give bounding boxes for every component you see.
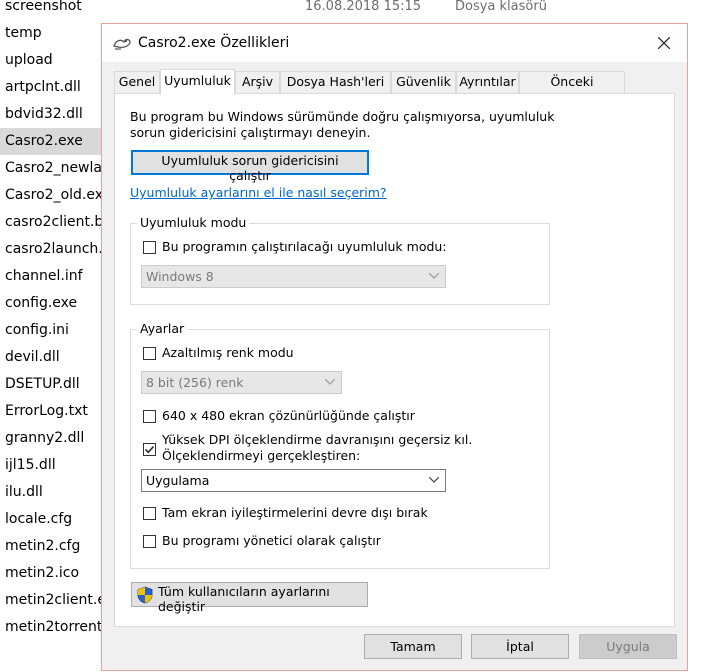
title-bar[interactable]: Casro2.exe Özellikleri	[102, 24, 687, 62]
tab-guvenlik[interactable]: Güvenlik	[391, 71, 456, 93]
file-list-item[interactable]: ErrorLog.txt	[0, 398, 104, 425]
tab-onceki-surumler[interactable]: Önceki Sürümler	[519, 71, 625, 109]
high-dpi-checkbox[interactable]	[143, 443, 156, 456]
compat-mode-value: Windows 8	[146, 269, 214, 284]
close-button[interactable]	[641, 24, 687, 62]
file-list-item[interactable]: metin2client.ex	[0, 587, 104, 614]
res-640-label: 640 x 480 ekran çözünürlüğünde çalıştır	[162, 408, 415, 423]
app-icon	[112, 34, 132, 52]
intro-text-line1: Bu program bu Windows sürümünde doğru ça…	[130, 109, 555, 124]
compatibility-mode-group: Uyumluluk modu Bu programın çalıştırılac…	[130, 215, 550, 305]
dpi-scaling-value: Uygulama	[146, 473, 210, 488]
file-list-item[interactable]: bdvid32.dll	[0, 101, 104, 128]
compatibility-mode-label: Uyumluluk modu	[137, 215, 250, 231]
file-list-item[interactable]: screenshot	[0, 0, 104, 20]
res-640-checkbox[interactable]	[143, 410, 156, 423]
tab-uyumluluk[interactable]: Uyumluluk	[160, 69, 235, 95]
shield-icon	[137, 586, 153, 604]
file-list-item[interactable]: config.ini	[0, 317, 104, 344]
compat-mode-checkbox[interactable]	[143, 241, 156, 254]
file-list-item[interactable]: metin2torrent.e	[0, 614, 104, 641]
run-admin-checkbox[interactable]	[143, 535, 156, 548]
folder-date: 16.08.2018 15:15	[305, 0, 422, 14]
properties-dialog: Casro2.exe Özellikleri Genel Uyumluluk A…	[101, 23, 688, 671]
high-dpi-label-line2: Ölçeklendirmeyi gerçekleştiren:	[162, 448, 361, 463]
file-list-item[interactable]: metin2.ico	[0, 560, 104, 587]
fullscreen-opt-checkbox[interactable]	[143, 507, 156, 520]
high-dpi-label-line1: Yüksek DPI ölçeklendirme davranışını geç…	[162, 432, 473, 447]
file-list-item[interactable]: locale.cfg	[0, 506, 104, 533]
chevron-down-icon	[429, 273, 439, 279]
apply-button[interactable]: Uygula	[579, 634, 677, 659]
checkmark-icon	[144, 445, 155, 454]
tab-ayrintilar[interactable]: Ayrıntılar	[456, 71, 519, 93]
chevron-down-icon	[325, 379, 335, 385]
file-list-item[interactable]: temp	[0, 20, 104, 47]
file-list-item[interactable]: channel.inf	[0, 263, 104, 290]
run-admin-label: Bu programı yönetici olarak çalıştır	[162, 533, 381, 548]
intro-text-line2: sorun gidericisini çalıştırmayı deneyin.	[130, 125, 371, 140]
reduced-color-label: Azaltılmış renk modu	[162, 345, 294, 360]
ok-button[interactable]: Tamam	[364, 634, 462, 659]
reduced-color-checkbox[interactable]	[143, 347, 156, 360]
color-mode-value: 8 bit (256) renk	[146, 375, 244, 390]
file-list-item[interactable]: ilu.dll	[0, 479, 104, 506]
tab-genel[interactable]: Genel	[114, 71, 160, 93]
compat-mode-label: Bu programın çalıştırılacağı uyumluluk m…	[162, 239, 447, 254]
settings-group: Ayarlar Azaltılmış renk modu 8 bit (256)…	[130, 321, 550, 569]
dialog-title: Casro2.exe Özellikleri	[138, 35, 290, 51]
all-users-settings-button[interactable]: Tüm kullanıcıların ayarlarını değiştir	[131, 582, 368, 614]
chevron-down-icon	[429, 477, 439, 483]
troubleshooter-button[interactable]: Uyumluluk sorun gidericisini çalıştır	[131, 150, 369, 183]
compatibility-panel: Bu program bu Windows sürümünde doğru ça…	[114, 93, 675, 627]
fullscreen-opt-label: Tam ekran iyileştirmelerini devre dışı b…	[162, 505, 428, 520]
dpi-scaling-select[interactable]: Uygulama	[141, 469, 446, 492]
file-list-item[interactable]: upload	[0, 47, 104, 74]
compat-mode-select[interactable]: Windows 8	[141, 265, 446, 288]
file-list-item[interactable]: granny2.dll	[0, 425, 104, 452]
file-list-item[interactable]: Casro2.exe	[0, 128, 104, 155]
folder-type: Dosya klasörü	[455, 0, 547, 14]
file-list-item[interactable]: casro2client.bi	[0, 209, 104, 236]
color-mode-select[interactable]: 8 bit (256) renk	[141, 371, 342, 394]
file-list-item[interactable]: Casro2_newlau	[0, 155, 104, 182]
file-list-item[interactable]: config.exe	[0, 290, 104, 317]
file-list-item[interactable]: artpclnt.dll	[0, 74, 104, 101]
tab-dosya-hashleri[interactable]: Dosya Hash'leri	[280, 71, 391, 93]
file-list-item[interactable]: Casro2_old.exe	[0, 182, 104, 209]
file-list-item[interactable]: metin2.cfg	[0, 533, 104, 560]
manual-settings-link[interactable]: Uyumluluk ayarlarını el ile nasıl seçeri…	[130, 185, 387, 201]
file-list-item[interactable]: devil.dll	[0, 344, 104, 371]
cancel-button[interactable]: İptal	[471, 634, 569, 659]
close-icon	[658, 37, 670, 49]
tab-arsiv[interactable]: Arşiv	[235, 71, 280, 93]
settings-label: Ayarlar	[137, 321, 188, 337]
file-list-item[interactable]: casro2launch.b	[0, 236, 104, 263]
all-users-settings-label: Tüm kullanıcıların ayarlarını değiştir	[158, 584, 330, 614]
file-list-item[interactable]: ijl15.dll	[0, 452, 104, 479]
file-list-item[interactable]: DSETUP.dll	[0, 371, 104, 398]
